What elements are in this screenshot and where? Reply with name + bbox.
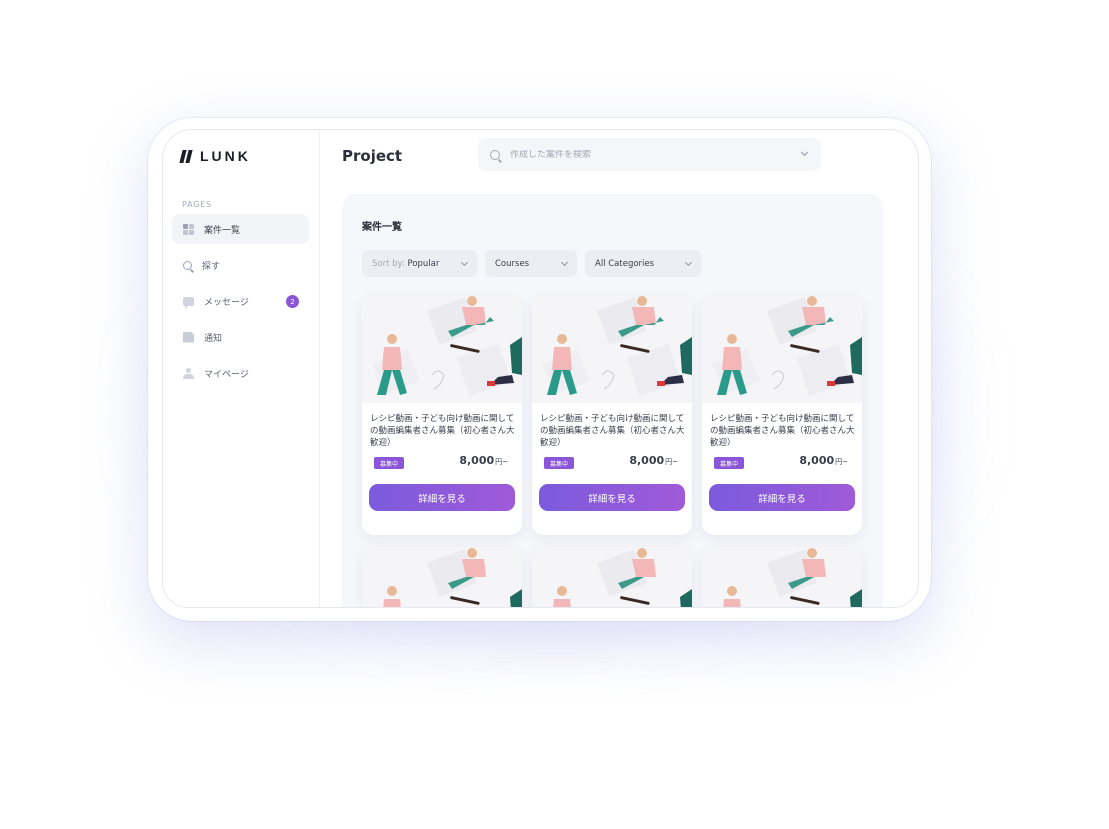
sidebar-item-search[interactable]: 探す — [172, 250, 309, 280]
project-title: レシピ動画・子ども向け動画に関しての動画編集者さん募集（初心者さん大歓迎） — [370, 414, 515, 448]
status-badge: 募集中 — [374, 457, 405, 469]
courses-label: Courses — [495, 258, 530, 269]
view-details-button[interactable]: 詳細を見る — [539, 484, 685, 511]
project-title: レシピ動画・子ども向け動画に関しての動画編集者さん募集（初心者さん大歓迎） — [710, 414, 855, 448]
project-card-grid: レシピ動画・子ども向け動画に関しての動画編集者さん募集（初心者さん大歓迎） 募集… — [362, 295, 862, 607]
chevron-down-icon — [684, 258, 693, 266]
project-price: 8,000円~ — [629, 454, 678, 467]
sidebar-item-project-list[interactable]: 案件一覧 — [172, 214, 309, 244]
chevron-down-icon — [460, 258, 469, 266]
project-thumbnail-image — [532, 547, 692, 607]
status-badge: 募集中 — [714, 457, 745, 469]
panel-title: 案件一覧 — [362, 222, 402, 233]
filter-bar: Sort by: Popular Courses All Categories — [362, 250, 701, 277]
app-screen: LUNK PAGES 案件一覧 探す メッセージ 2 通知 マイページ Proj… — [162, 129, 919, 608]
view-details-button[interactable]: 詳細を見る — [709, 484, 855, 511]
project-card[interactable] — [532, 547, 692, 607]
project-card[interactable]: レシピ動画・子ども向け動画に関しての動画編集者さん募集（初心者さん大歓迎） 募集… — [702, 295, 862, 535]
sidebar-section-label: PAGES — [182, 200, 212, 209]
sidebar-nav: 案件一覧 探す メッセージ 2 通知 マイページ — [172, 214, 309, 394]
sidebar-item-notifications[interactable]: 通知 — [172, 322, 309, 352]
main-content: Project 案件一覧 Sort by: Popular Courses Al… — [320, 130, 918, 607]
project-thumbnail-image — [702, 295, 862, 403]
categories-label: All Categories — [595, 258, 655, 269]
sidebar-item-mypage[interactable]: マイページ — [172, 358, 309, 388]
courses-dropdown[interactable]: Courses — [485, 250, 577, 277]
project-card[interactable] — [702, 547, 862, 607]
brand-name: LUNK — [200, 148, 251, 164]
sidebar-item-label: 案件一覧 — [204, 225, 241, 236]
project-card[interactable]: レシピ動画・子ども向け動画に関しての動画編集者さん募集（初心者さん大歓迎） 募集… — [532, 295, 692, 535]
status-badge: 募集中 — [544, 457, 575, 469]
search-icon — [490, 149, 500, 160]
sidebar-item-label: 探す — [202, 261, 221, 272]
brand-logo[interactable]: LUNK — [179, 148, 251, 164]
sidebar: LUNK PAGES 案件一覧 探す メッセージ 2 通知 マイページ — [163, 130, 320, 607]
search-bar[interactable] — [478, 138, 821, 171]
message-count-badge: 2 — [286, 295, 299, 308]
search-icon — [183, 260, 192, 270]
project-card[interactable]: レシピ動画・子ども向け動画に関しての動画編集者さん募集（初心者さん大歓迎） 募集… — [362, 295, 522, 535]
project-list-panel: 案件一覧 Sort by: Popular Courses All Catego… — [342, 194, 883, 607]
project-card[interactable] — [362, 547, 522, 607]
project-title: レシピ動画・子ども向け動画に関しての動画編集者さん募集（初心者さん大歓迎） — [540, 414, 685, 448]
view-details-button[interactable]: 詳細を見る — [369, 484, 515, 511]
page-title: Project — [342, 147, 403, 165]
sort-dropdown[interactable]: Sort by: Popular — [362, 250, 477, 277]
chevron-down-icon — [560, 258, 569, 266]
chevron-down-icon[interactable] — [800, 148, 809, 157]
sort-label: Sort by: Popular — [372, 258, 440, 269]
project-thumbnail-image — [532, 295, 692, 403]
project-thumbnail-image — [362, 295, 522, 403]
chat-icon — [183, 296, 194, 309]
sidebar-item-messages[interactable]: メッセージ 2 — [172, 286, 309, 316]
project-thumbnail-image — [362, 547, 522, 607]
project-price: 8,000円~ — [459, 454, 508, 467]
user-icon — [183, 367, 194, 379]
search-input[interactable] — [510, 149, 780, 160]
document-icon — [183, 331, 194, 343]
categories-dropdown[interactable]: All Categories — [585, 250, 701, 277]
sidebar-item-label: 通知 — [204, 333, 223, 344]
logo-icon — [179, 149, 194, 163]
project-thumbnail-image — [702, 547, 862, 607]
grid-icon — [183, 223, 194, 235]
project-price: 8,000円~ — [799, 454, 848, 467]
sidebar-item-label: メッセージ — [204, 297, 249, 308]
sidebar-item-label: マイページ — [204, 369, 249, 380]
